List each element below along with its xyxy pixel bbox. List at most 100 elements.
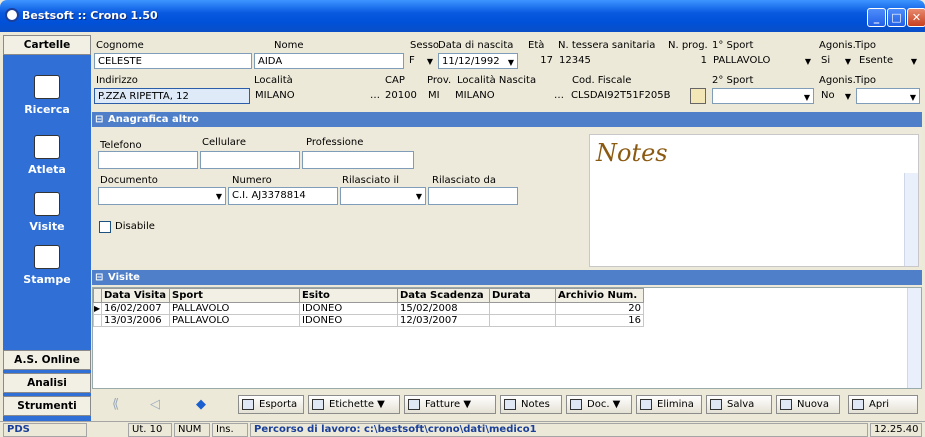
eta-label: Età: [528, 40, 545, 51]
notes-area[interactable]: Notes: [589, 134, 919, 267]
save-icon: [710, 399, 722, 410]
first-record-icon[interactable]: ⟪: [112, 397, 119, 412]
rilasciato-il-picker[interactable]: [340, 187, 426, 205]
nome-label: Nome: [274, 40, 304, 51]
col-esito[interactable]: Esito: [299, 288, 398, 303]
cellulare-label: Cellulare: [202, 137, 246, 148]
prov-input[interactable]: MI: [425, 88, 451, 104]
table-row[interactable]: ▶ 16/02/2007 PALLAVOLO IDONEO 15/02/2008…: [93, 302, 644, 315]
esporta-button[interactable]: Esporta: [238, 395, 304, 414]
sidebar-as-online[interactable]: A.S. Online: [3, 350, 91, 370]
tessera-label: N. tessera sanitaria: [558, 40, 656, 51]
locnascita-lookup-icon[interactable]: …: [554, 90, 564, 101]
anagrafica-section-header[interactable]: Anagrafica altro: [92, 112, 922, 127]
sidebar-analisi[interactable]: Analisi: [3, 373, 91, 393]
codfisc-input[interactable]: CLSDAI92T51F205B: [568, 88, 686, 104]
print-doc-icon: [34, 245, 60, 269]
close-button[interactable]: ✕: [907, 8, 925, 27]
sidebar-item-atleta[interactable]: Atleta: [3, 135, 91, 176]
indirizzo-input[interactable]: P.ZZA RIPETTA, 12: [94, 88, 250, 104]
sidebar-item-stampe[interactable]: Stampe: [3, 245, 91, 286]
col-data-scadenza[interactable]: Data Scadenza: [397, 288, 490, 303]
status-bar: PDS Ut. 10 NUM Ins. Percorso di lavoro: …: [0, 421, 925, 437]
rilasciato-il-label: Rilasciato il: [342, 175, 400, 186]
documento-label: Documento: [100, 175, 158, 186]
cap-label: CAP: [385, 75, 405, 86]
nprog-input[interactable]: 1: [666, 53, 710, 69]
professione-label: Professione: [306, 137, 364, 148]
notes-button[interactable]: Notes: [500, 395, 562, 414]
next-record-icon[interactable]: ◆: [196, 397, 206, 412]
nprog-label: N. prog.: [668, 40, 708, 51]
col-data-visita[interactable]: Data Visita: [101, 288, 170, 303]
nascita-picker[interactable]: 11/12/1992: [438, 53, 518, 69]
prev-record-icon[interactable]: ◁: [150, 397, 160, 412]
disabile-checkbox[interactable]: [99, 221, 111, 233]
visite-scrollbar[interactable]: [907, 288, 921, 388]
col-durata[interactable]: Durata: [489, 288, 556, 303]
localita-input[interactable]: MILANO: [252, 88, 372, 104]
people-icon: [34, 75, 60, 99]
tipo1-select[interactable]: Esente: [856, 53, 920, 69]
doc-icon: [570, 399, 582, 410]
cognome-input[interactable]: CELESTE: [94, 53, 252, 69]
sport1-select[interactable]: PALLAVOLO: [710, 53, 814, 69]
localita-lookup-icon[interactable]: …: [370, 90, 380, 101]
prov-label: Prov.: [427, 75, 452, 86]
indirizzo-label: Indirizzo: [96, 75, 138, 86]
sport1-label: 1° Sport: [712, 40, 754, 51]
numero-input[interactable]: C.I. AJ3378814: [228, 187, 338, 205]
agonis2-select[interactable]: No: [818, 88, 854, 104]
documento-select[interactable]: [98, 187, 226, 205]
sesso-select[interactable]: F: [406, 53, 436, 69]
apri-button[interactable]: Apri: [848, 395, 918, 414]
doctor-icon: [34, 192, 60, 216]
nuova-button[interactable]: Nuova: [776, 395, 840, 414]
calc-codfisc-icon[interactable]: [690, 88, 706, 104]
cap-input[interactable]: 20100: [382, 88, 422, 104]
new-icon: [780, 399, 792, 410]
invoice-icon: [408, 399, 420, 410]
sidebar-item-visite[interactable]: Visite: [3, 192, 91, 233]
nascita-label: Data di nascita: [438, 40, 514, 51]
cognome-label: Cognome: [96, 40, 144, 51]
tipo2-select[interactable]: [856, 88, 920, 104]
sesso-label: Sesso: [410, 40, 440, 51]
numero-label: Numero: [232, 175, 272, 186]
elimina-button[interactable]: Elimina: [636, 395, 702, 414]
etichette-button[interactable]: Etichette ▼: [308, 395, 400, 414]
status-num: NUM: [174, 423, 210, 437]
agonis1-select[interactable]: Si: [818, 53, 854, 69]
table-header-row: Data Visita Sport Esito Data Scadenza Du…: [93, 288, 644, 303]
notes-title: Notes: [596, 139, 668, 167]
eta-value: 17: [540, 55, 553, 66]
status-ins: Ins.: [212, 423, 248, 437]
disabile-label: Disabile: [115, 221, 155, 232]
doc-button[interactable]: Doc. ▼: [566, 395, 632, 414]
telefono-input[interactable]: [98, 151, 198, 169]
fatture-button[interactable]: Fatture ▼: [404, 395, 496, 414]
visite-table: Data Visita Sport Esito Data Scadenza Du…: [93, 288, 644, 327]
nome-input[interactable]: AIDA: [254, 53, 404, 69]
toolbar: ⟪ ◁ ◆ Esporta Etichette ▼ Fatture ▼ Note…: [92, 391, 922, 419]
maximize-button[interactable]: □: [887, 8, 906, 27]
labels-icon: [312, 399, 324, 410]
cellulare-input[interactable]: [200, 151, 300, 169]
col-archivio-num[interactable]: Archivio Num.: [555, 288, 644, 303]
sidebar-strumenti[interactable]: Strumenti: [3, 396, 91, 416]
sport2-select[interactable]: [712, 88, 814, 104]
col-sport[interactable]: Sport: [169, 288, 300, 303]
professione-input[interactable]: [302, 151, 414, 169]
locnascita-input[interactable]: MILANO: [452, 88, 552, 104]
locnascita-label: Località Nascita: [457, 75, 537, 86]
rilasciato-da-input[interactable]: [428, 187, 518, 205]
notes-scrollbar[interactable]: [904, 173, 918, 266]
sidebar-header[interactable]: Cartelle: [3, 35, 91, 55]
salva-button[interactable]: Salva: [706, 395, 772, 414]
minimize-button[interactable]: _: [867, 8, 886, 27]
table-row[interactable]: 13/03/2006 PALLAVOLO IDONEO 12/03/2007 1…: [93, 314, 644, 327]
visite-section-header[interactable]: Visite: [92, 270, 922, 285]
sidebar-item-ricerca[interactable]: Ricerca: [3, 75, 91, 116]
tessera-input[interactable]: 12345: [556, 53, 666, 69]
localita-label: Località: [254, 75, 293, 86]
